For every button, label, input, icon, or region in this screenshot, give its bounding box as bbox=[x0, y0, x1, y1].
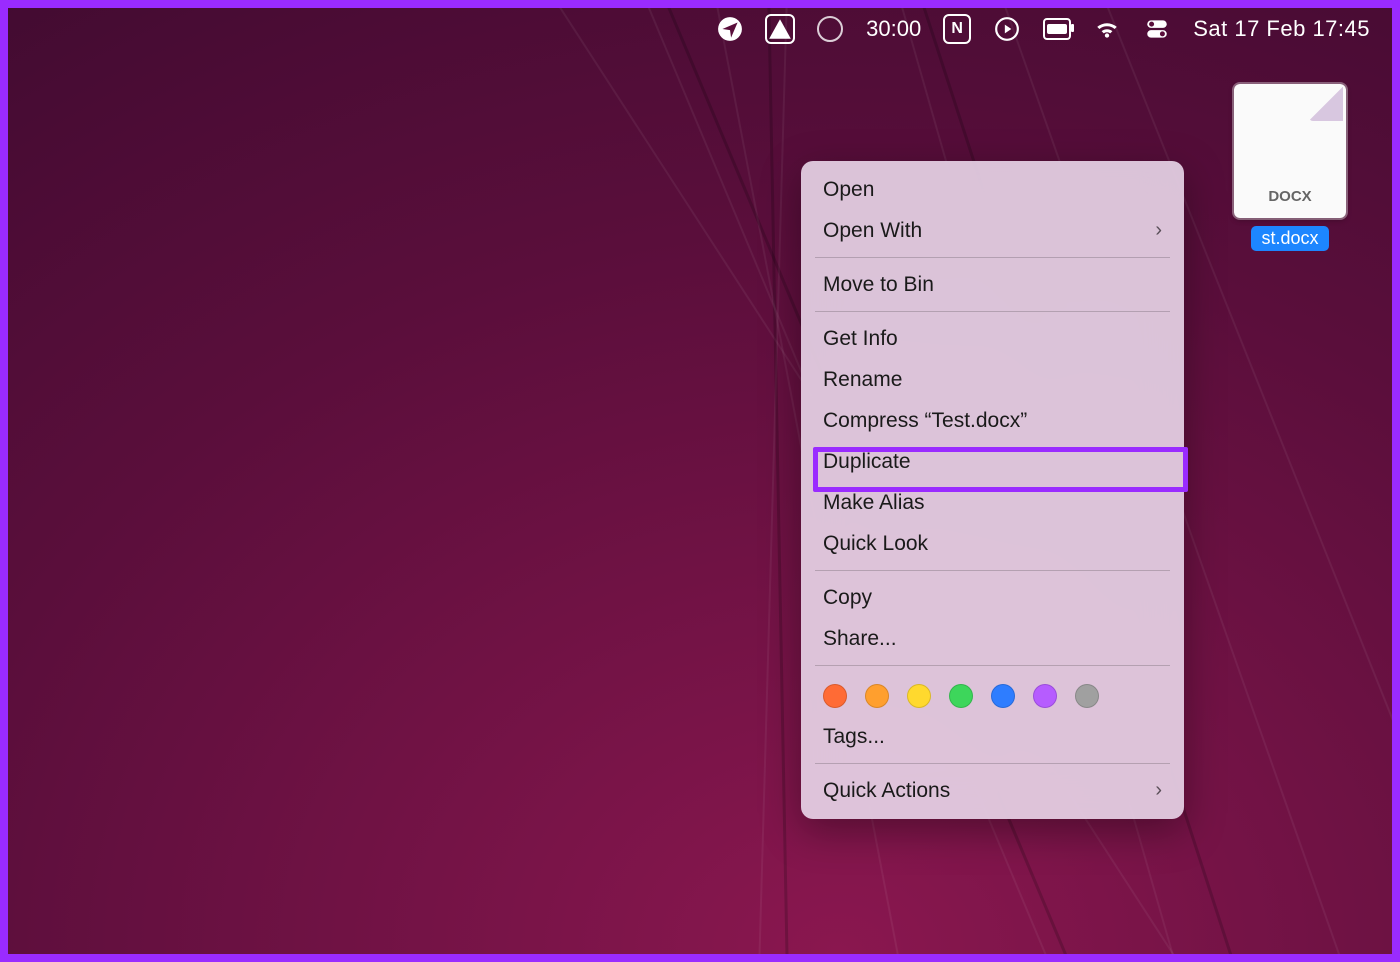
menu-item-label: Compress “Test.docx” bbox=[823, 409, 1027, 433]
menu-item-label: Duplicate bbox=[823, 450, 911, 474]
menu-item-compress[interactable]: Compress “Test.docx” bbox=[801, 400, 1184, 441]
chevron-right-icon: › bbox=[1155, 219, 1162, 242]
system-clock[interactable]: Sat 17 Feb 17:45 bbox=[1193, 16, 1370, 42]
menu-item-open-with[interactable]: Open With › bbox=[801, 210, 1184, 251]
menu-item-rename[interactable]: Rename bbox=[801, 359, 1184, 400]
finder-tags-row bbox=[801, 672, 1184, 716]
finder-tag-color[interactable] bbox=[949, 684, 973, 708]
menu-item-label: Share... bbox=[823, 627, 897, 651]
file-context-menu: Open Open With › Move to Bin Get Info Ren… bbox=[801, 161, 1184, 819]
menu-item-label: Copy bbox=[823, 586, 872, 610]
finder-tag-color[interactable] bbox=[823, 684, 847, 708]
menu-separator bbox=[815, 665, 1170, 666]
battery-icon[interactable] bbox=[1043, 15, 1071, 43]
finder-tag-color[interactable] bbox=[1033, 684, 1057, 708]
finder-tag-color[interactable] bbox=[907, 684, 931, 708]
triangle-app-icon[interactable] bbox=[766, 15, 794, 43]
screenshot-frame: 30:00 N Sat 17 Feb 17:45 DOCX st.docx Op… bbox=[0, 0, 1400, 962]
system-menu-bar: 30:00 N Sat 17 Feb 17:45 bbox=[8, 8, 1392, 50]
finder-tag-color[interactable] bbox=[1075, 684, 1099, 708]
desktop-wallpaper[interactable] bbox=[8, 8, 1392, 954]
menu-item-quick-look[interactable]: Quick Look bbox=[801, 523, 1184, 564]
menu-separator bbox=[815, 570, 1170, 571]
control-center-icon[interactable] bbox=[1143, 15, 1171, 43]
menu-item-share[interactable]: Share... bbox=[801, 618, 1184, 659]
menu-item-label: Open With bbox=[823, 219, 922, 243]
menu-item-duplicate[interactable]: Duplicate bbox=[801, 441, 1184, 482]
file-name-label: st.docx bbox=[1251, 226, 1328, 251]
menu-item-label: Open bbox=[823, 178, 874, 202]
play-media-icon[interactable] bbox=[993, 15, 1021, 43]
countdown-timer[interactable]: 30:00 bbox=[866, 16, 921, 42]
file-extension-badge: DOCX bbox=[1237, 188, 1343, 205]
menu-item-label: Get Info bbox=[823, 327, 898, 351]
desktop-file-item[interactable]: DOCX st.docx bbox=[1220, 84, 1360, 251]
file-thumbnail: DOCX bbox=[1234, 84, 1346, 218]
menu-item-label: Make Alias bbox=[823, 491, 925, 515]
menu-item-label: Quick Look bbox=[823, 532, 928, 556]
menu-item-get-info[interactable]: Get Info bbox=[801, 318, 1184, 359]
record-status-icon[interactable] bbox=[816, 15, 844, 43]
menu-separator bbox=[815, 311, 1170, 312]
chevron-right-icon: › bbox=[1155, 779, 1162, 802]
menu-separator bbox=[815, 257, 1170, 258]
finder-tag-color[interactable] bbox=[865, 684, 889, 708]
menu-item-label: Quick Actions bbox=[823, 779, 950, 803]
menu-item-open[interactable]: Open bbox=[801, 169, 1184, 210]
menu-item-label: Tags... bbox=[823, 725, 885, 749]
menu-item-label: Rename bbox=[823, 368, 902, 392]
menu-item-label: Move to Bin bbox=[823, 273, 934, 297]
wifi-icon[interactable] bbox=[1093, 15, 1121, 43]
menu-item-quick-actions[interactable]: Quick Actions › bbox=[801, 770, 1184, 811]
menu-item-make-alias[interactable]: Make Alias bbox=[801, 482, 1184, 523]
location-icon[interactable] bbox=[716, 15, 744, 43]
finder-tag-color[interactable] bbox=[991, 684, 1015, 708]
menu-item-tags[interactable]: Tags... bbox=[801, 716, 1184, 757]
menu-separator bbox=[815, 763, 1170, 764]
notion-app-icon[interactable]: N bbox=[943, 15, 971, 43]
menu-item-copy[interactable]: Copy bbox=[801, 577, 1184, 618]
menu-item-move-to-bin[interactable]: Move to Bin bbox=[801, 264, 1184, 305]
